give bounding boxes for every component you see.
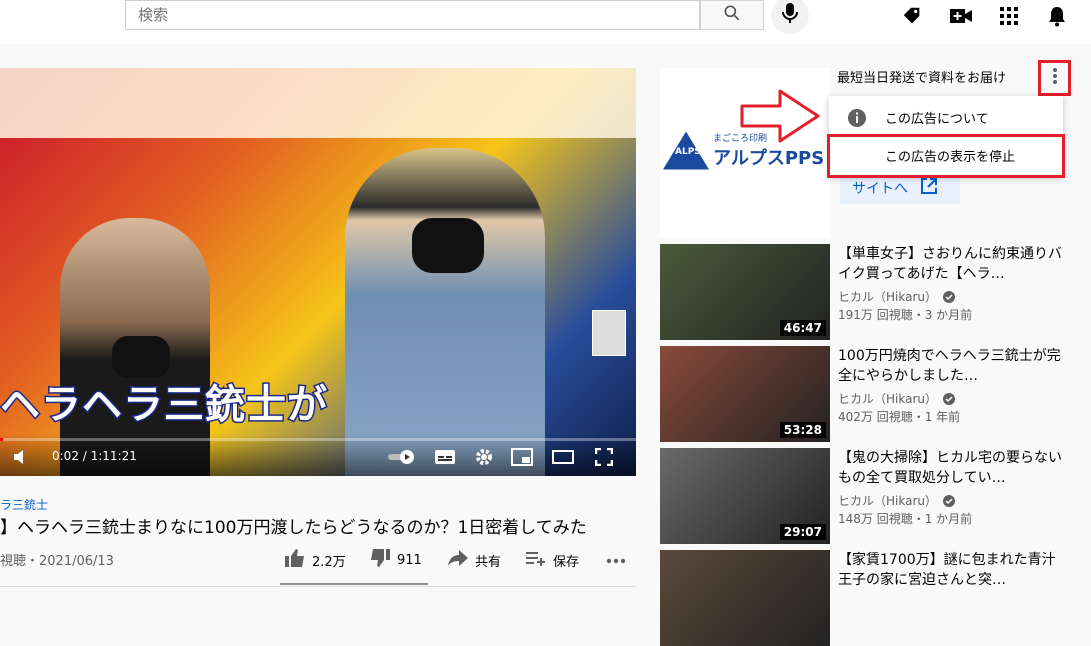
search-button[interactable] xyxy=(700,0,764,30)
apps-grid-icon[interactable] xyxy=(997,4,1021,28)
masthead xyxy=(0,0,1091,44)
duration-badge: 29:07 xyxy=(779,524,826,540)
ad-menu-button[interactable] xyxy=(1038,60,1071,96)
theater-mode-icon[interactable] xyxy=(551,446,575,468)
overlay-thumbnail[interactable] xyxy=(592,310,626,356)
person-right xyxy=(345,148,545,476)
like-count: 2.2万 xyxy=(312,554,346,570)
subtitles-icon[interactable] xyxy=(433,446,457,468)
menu-item-about-ad[interactable]: この広告について xyxy=(829,98,1063,136)
recommendation-channel[interactable]: ヒカル（Hikaru） xyxy=(838,288,955,305)
share-arrow-icon xyxy=(447,549,469,571)
recommendation-title[interactable]: 【家賃1700万】謎に包まれた青汁王子の家に宮迫さんと突… xyxy=(838,550,1068,590)
save-button[interactable]: 保存 xyxy=(525,548,579,572)
share-button[interactable]: 共有 xyxy=(447,548,501,572)
recommendation-meta: 148万 回視聴・1 か月前 xyxy=(838,512,973,526)
thumbs-up-icon xyxy=(284,548,306,572)
miniplayer-icon[interactable] xyxy=(510,446,534,468)
search-input[interactable] xyxy=(126,1,699,29)
video-view-info: 視聴・2021/06/13 xyxy=(0,554,114,569)
microphone-icon xyxy=(780,2,800,28)
duration-badge: 53:28 xyxy=(779,422,826,438)
verified-check-icon xyxy=(943,392,955,405)
red-arrow-annotation xyxy=(740,89,820,143)
tag-icon[interactable] xyxy=(900,4,924,28)
ad-logo-mark: ALPS xyxy=(663,131,709,170)
playlist-add-icon xyxy=(525,549,547,571)
thumbs-down-icon xyxy=(369,548,391,572)
face-mask-right xyxy=(412,218,484,273)
channel-name: ヒカル（Hikaru） xyxy=(838,290,937,304)
recommendation-title[interactable]: 100万円焼肉でヘラヘラ三銃士が完全にやらかしました… xyxy=(838,346,1068,386)
recommendation-channel[interactable]: ヒカル（Hikaru） xyxy=(838,492,955,509)
recommendation-meta: 191万 回視聴・3 か月前 xyxy=(838,308,973,322)
recommendation-thumbnail[interactable] xyxy=(660,550,830,646)
menu-item-about-label: この広告について xyxy=(885,111,989,127)
background-sign xyxy=(0,68,636,138)
more-vertical-icon xyxy=(1052,67,1058,89)
ad-logo-text: ALPS xyxy=(675,146,701,157)
recommendation-channel[interactable]: ヒカル（Hikaru） xyxy=(838,390,955,407)
recommendation-item[interactable]: 【家賃1700万】謎に包まれた青汁王子の家に宮迫さんと突… xyxy=(660,550,1090,646)
progress-bar[interactable] xyxy=(0,438,636,441)
voice-search-button[interactable] xyxy=(771,0,809,34)
dislike-button[interactable]: 911 xyxy=(369,548,422,572)
like-ratio-bar xyxy=(280,583,428,585)
ad-site-label: サイトへ xyxy=(852,181,908,197)
recommendation-title[interactable]: 【鬼の大掃除】ヒカル宅の要らないもの全て買取処分してい… xyxy=(838,448,1068,488)
video-caption: ヘラヘラ三銃士が xyxy=(0,381,329,430)
verified-check-icon xyxy=(943,290,955,303)
divider xyxy=(0,586,636,587)
more-horizontal-icon xyxy=(606,553,626,568)
ad-headline: 最短当日発送で資料をお届け xyxy=(837,71,1007,86)
save-label: 保存 xyxy=(553,554,580,570)
time-display: 0:02 / 1:11:21 xyxy=(52,449,137,463)
recommendation-title[interactable]: 【単車女子】さおりんに約束通りバイク買ってあげた【ヘラ… xyxy=(838,244,1068,284)
recommendation-thumbnail[interactable]: 29:07 xyxy=(660,448,830,544)
autoplay-toggle-icon[interactable] xyxy=(388,446,418,468)
more-actions-button[interactable] xyxy=(606,548,626,572)
verified-check-icon xyxy=(943,494,955,507)
search-box[interactable] xyxy=(125,0,700,30)
channel-hashtag[interactable]: ラ三銃士 xyxy=(0,496,48,513)
recommendation-item[interactable]: 46:47 【単車女子】さおりんに約束通りバイク買ってあげた【ヘラ… ヒカル（H… xyxy=(660,244,1090,340)
notifications-bell-icon[interactable] xyxy=(1045,4,1069,28)
info-icon xyxy=(847,108,867,132)
ad-brand: アルプスPPS xyxy=(713,148,825,169)
like-button[interactable]: 2.2万 xyxy=(284,548,346,572)
recommendation-item[interactable]: 29:07 【鬼の大掃除】ヒカル宅の要らないもの全て買取処分してい… ヒカル（H… xyxy=(660,448,1090,544)
settings-gear-icon[interactable] xyxy=(472,446,496,468)
external-link-icon xyxy=(920,177,938,199)
channel-name: ヒカル（Hikaru） xyxy=(838,494,937,508)
channel-name: ヒカル（Hikaru） xyxy=(838,392,937,406)
video-title: 】ヘラヘラ三銃士まりなに100万円渡したらどうなるのか？1日密着してみた xyxy=(0,518,587,538)
progress-fill xyxy=(0,438,4,441)
fullscreen-icon[interactable] xyxy=(592,446,616,468)
dislike-count: 911 xyxy=(397,552,422,568)
recommendation-item[interactable]: 53:28 100万円焼肉でヘラヘラ三銃士が完全にやらかしました… ヒカル（Hi… xyxy=(660,346,1090,442)
recommendation-meta: 402万 回視聴・1 年前 xyxy=(838,410,961,424)
recommendation-thumbnail[interactable]: 46:47 xyxy=(660,244,830,340)
volume-icon[interactable] xyxy=(10,446,34,468)
create-video-icon[interactable] xyxy=(949,4,973,28)
recommendation-thumbnail[interactable]: 53:28 xyxy=(660,346,830,442)
share-label: 共有 xyxy=(475,554,502,570)
duration-badge: 46:47 xyxy=(779,320,826,336)
search-icon xyxy=(722,3,742,27)
highlight-box-stop-ad xyxy=(827,134,1065,178)
